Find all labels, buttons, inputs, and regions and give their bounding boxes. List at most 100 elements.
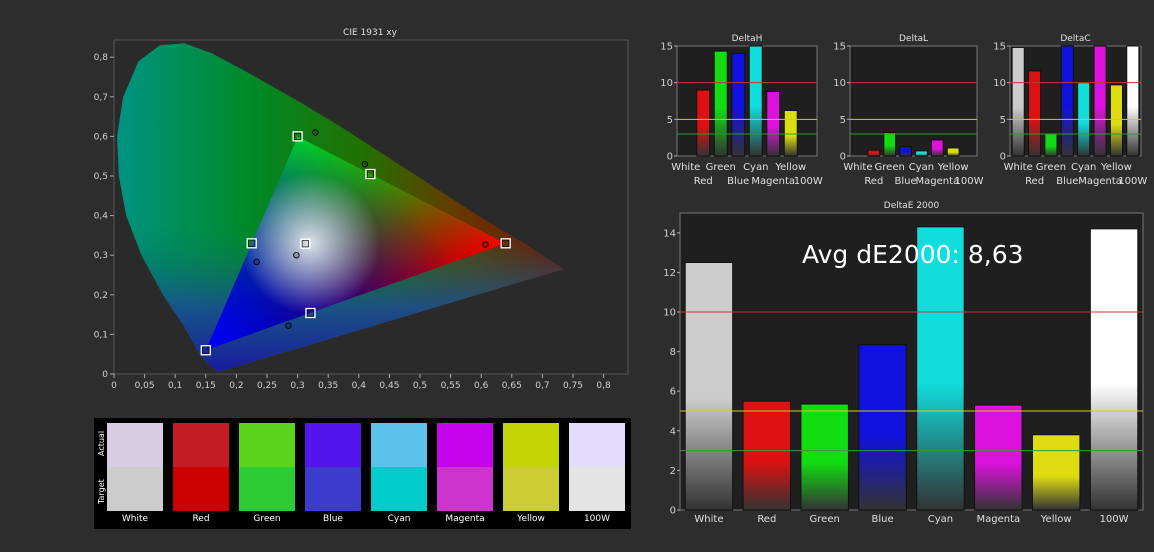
y-tick-label: 0 (667, 152, 673, 163)
x-label: Green (706, 162, 736, 173)
bar-magenta (766, 90, 781, 157)
cie-y-tick-label: 0,7 (94, 93, 108, 103)
cie-y-tick-label: 0,6 (94, 132, 109, 142)
cie-x-tick-label: 0,8 (596, 381, 611, 391)
y-tick-label: 10 (663, 308, 676, 319)
x-label: 100W (1118, 176, 1147, 187)
x-label: Blue (1056, 176, 1078, 187)
y-tick-label: 0 (840, 152, 846, 163)
swatch-label: Red (192, 514, 210, 524)
swatch-actual (239, 423, 295, 467)
bar-magenta (1093, 45, 1107, 157)
cie-measured-white (293, 251, 300, 259)
y-tick-label: 15 (660, 42, 673, 53)
cie-x-tick-label: 0,2 (229, 381, 243, 391)
y-tick-label: 5 (1000, 115, 1006, 126)
cie-measured-red (482, 241, 489, 248)
bar-green (1044, 133, 1058, 157)
swatch-blue (305, 423, 361, 511)
swatch-target (569, 467, 625, 511)
swatch-label: Blue (323, 514, 343, 524)
avg-annotation: Avg dE2000: 8,63 (802, 240, 1024, 269)
deltal-chart: DeltaL 0 5 10 15 White Green Cyan Yellow Red BlueM… (833, 34, 984, 187)
x-label: Red (1025, 176, 1044, 187)
cie-x-tick-label: 0,4 (352, 381, 367, 391)
cie-x-tick-label: 0,05 (135, 381, 155, 391)
cie-diagram: CIE 1931 xy 0 0,05 0,1 0,15 0,2 0,25 0,3 0,35 0,… (94, 28, 629, 391)
bar-100w (1126, 45, 1140, 157)
x-label: Cyan (928, 514, 953, 525)
cie-x-tick-label: 0,65 (502, 381, 522, 391)
target-axis-label: Target (97, 479, 106, 504)
x-label: White (671, 162, 700, 173)
bar-red (696, 89, 711, 157)
deltae2000-chart: DeltaE 2000 0 2 4 6 8 10 12 14 White Red Green Blue C… (663, 201, 1144, 525)
x-label: Green (810, 514, 840, 525)
swatch-white (107, 423, 163, 511)
swatch-green (239, 423, 295, 511)
cie-y-tick-label: 0,5 (94, 172, 108, 182)
cie-x-tick-label: 0,3 (290, 381, 304, 391)
cie-x-tick-label: 0,15 (196, 381, 216, 391)
cie-y-tick-label: 0,4 (94, 212, 109, 222)
y-tick-label: 5 (840, 115, 846, 126)
bar-100w (1089, 228, 1139, 511)
x-label: Cyan (909, 162, 934, 173)
swatch-target (107, 467, 163, 511)
cie-measured-cyan (253, 258, 260, 266)
bar-cyan (748, 45, 763, 157)
chart-title: DeltaH (732, 34, 763, 44)
x-label: Blue (894, 176, 916, 187)
y-tick-label: 12 (663, 268, 676, 279)
x-label: 100W (955, 176, 984, 187)
cie-x-tick-label: 0,75 (563, 381, 583, 391)
bar-green (883, 132, 897, 157)
x-label: Magenta (751, 176, 795, 187)
swatch-target (239, 467, 295, 511)
bar-cyan (916, 226, 965, 511)
x-label: Yellow (1100, 162, 1132, 173)
bar-green (800, 403, 849, 511)
y-tick-label: 15 (833, 42, 846, 53)
swatch-actual (569, 423, 625, 467)
cie-x-tick-label: 0,35 (318, 381, 338, 391)
chart-title: DeltaE 2000 (884, 201, 940, 211)
y-tick-label: 10 (660, 78, 673, 89)
y-tick-label: 0 (670, 506, 676, 517)
x-label: 100W (794, 176, 823, 187)
swatch-actual (503, 423, 559, 467)
bar-cyan (915, 150, 928, 157)
swatch-label: Yellow (517, 514, 545, 524)
cie-measured-green (312, 129, 319, 136)
bar-yellow (783, 110, 798, 157)
x-label: Yellow (937, 162, 969, 173)
x-label: White (843, 162, 872, 173)
cie-y-tick-label: 0,2 (94, 291, 108, 301)
x-label: Yellow (1040, 514, 1072, 525)
bar-white (1011, 46, 1025, 157)
cie-measured-magenta (285, 322, 292, 329)
swatch-label: Green (253, 514, 281, 524)
bar-red (867, 149, 881, 157)
x-label: Blue (871, 514, 893, 525)
swatch-actual (107, 423, 163, 467)
swatch-magenta (437, 423, 493, 511)
cie-x-tick-label: 0,5 (413, 381, 427, 391)
y-tick-label: 4 (670, 426, 676, 437)
x-label: Red (757, 514, 776, 525)
x-label: White (1004, 162, 1033, 173)
chart-title: DeltaC (1060, 34, 1090, 44)
x-label: Green (875, 162, 905, 173)
x-label: White (694, 514, 723, 525)
x-label: Magenta (1078, 176, 1122, 187)
swatch-actual (305, 423, 361, 467)
swatch-target (503, 467, 559, 511)
y-tick-label: 15 (993, 42, 1006, 53)
cie-x-tick-label: 0,55 (441, 381, 461, 391)
cie-x-tick-label: 0,25 (257, 381, 277, 391)
swatch-actual (371, 423, 427, 467)
swatch-target (371, 467, 427, 511)
y-tick-label: 6 (670, 387, 676, 398)
cie-y-tick-label: 0,3 (94, 251, 108, 261)
swatch-label: Cyan (387, 514, 411, 524)
